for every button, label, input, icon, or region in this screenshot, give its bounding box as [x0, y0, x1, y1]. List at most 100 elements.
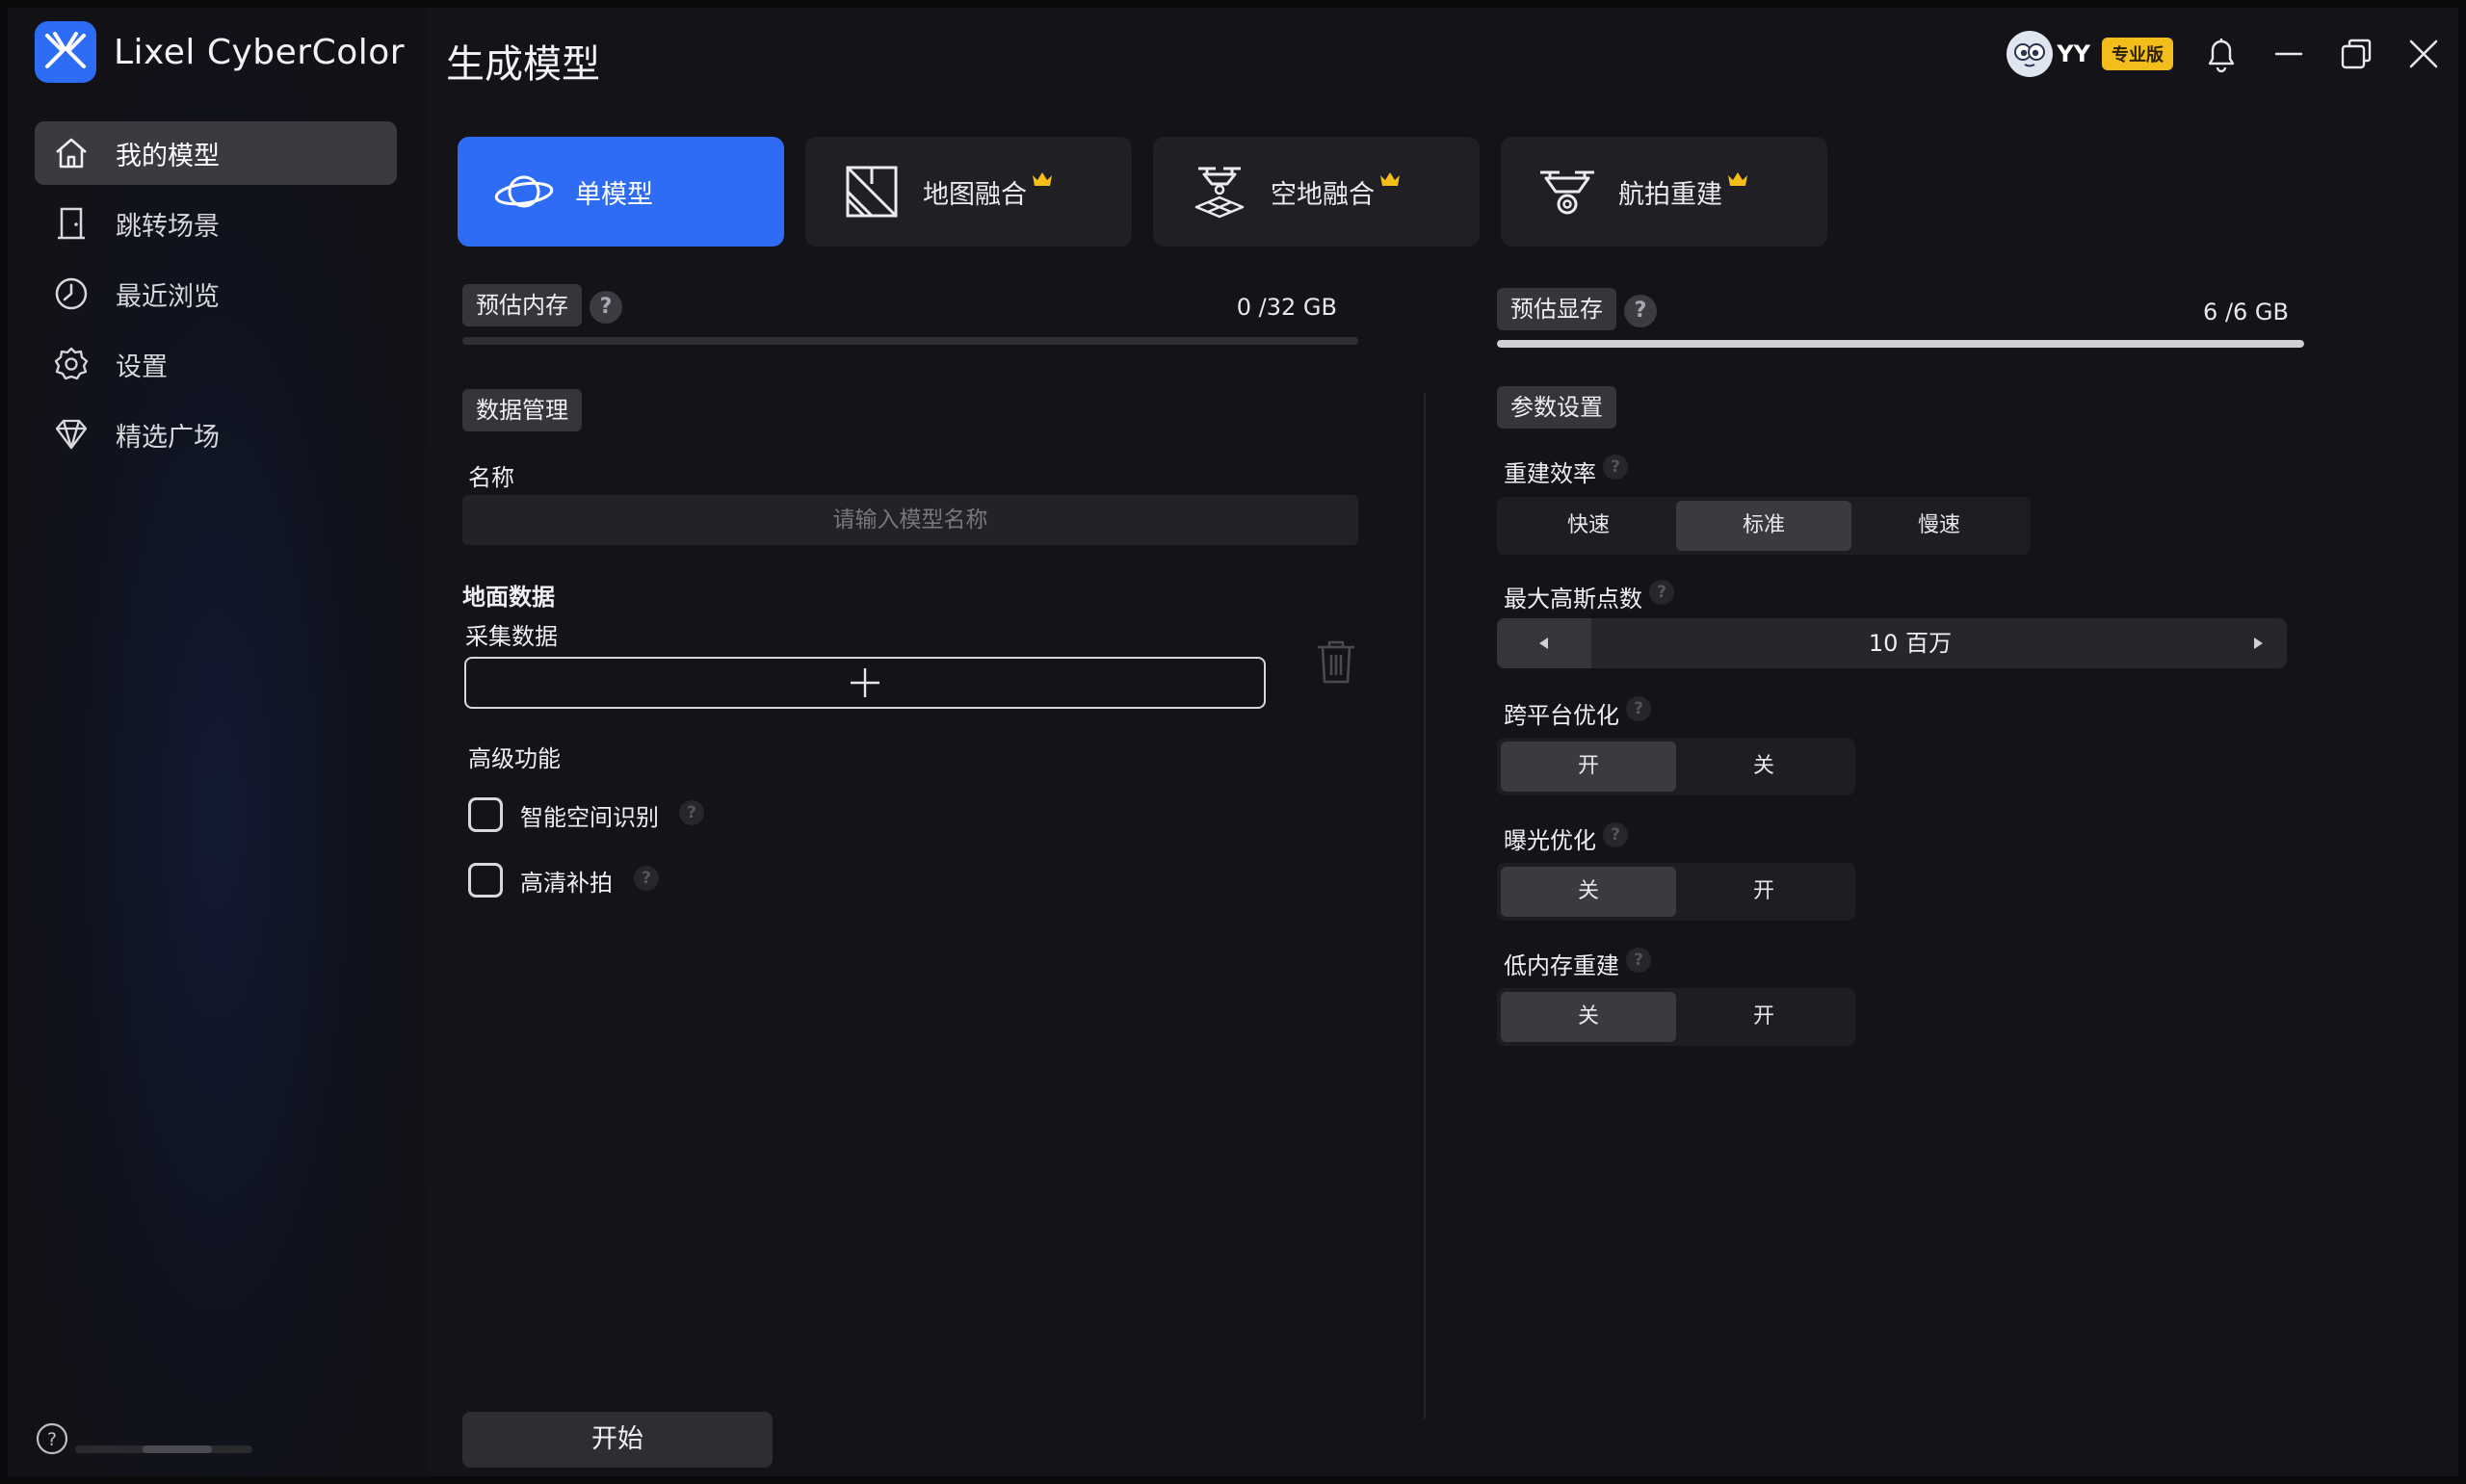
low-memory-segmented: 关 开 [1497, 988, 1855, 1046]
memory-help-icon[interactable]: ? [590, 291, 622, 324]
sidebar-item-label: 设置 [116, 351, 168, 382]
planet-icon [492, 160, 556, 223]
vram-value: 6 /6 GB [2203, 299, 2289, 325]
app-window: Lixel CyberColor 我的模型 跳转场景 最近浏览 设置 精选广场 … [0, 0, 2466, 1484]
clock-icon [50, 273, 92, 315]
triangle-right-icon [2254, 638, 2263, 649]
tab-single-model[interactable]: 单模型 [458, 137, 784, 247]
sidebar-scrollbar[interactable] [75, 1445, 252, 1453]
checkbox-box[interactable] [468, 863, 503, 898]
params-tag: 参数设置 [1497, 386, 1616, 429]
avatar[interactable] [2007, 31, 2054, 77]
start-button[interactable]: 开始 [462, 1412, 773, 1468]
restore-icon[interactable] [2337, 35, 2375, 73]
diamond-icon [50, 413, 92, 456]
tab-label: 地图融合 [923, 179, 1027, 210]
model-name-input[interactable] [462, 495, 1358, 545]
scrollbar-thumb[interactable] [143, 1445, 212, 1453]
vram-bar [1497, 340, 2304, 348]
collect-data-label: 采集数据 [465, 623, 558, 650]
drone-icon [1535, 160, 1599, 223]
decrement-button[interactable] [1497, 618, 1591, 668]
crown-icon [1378, 166, 1402, 195]
trash-icon[interactable] [1314, 638, 1360, 688]
username[interactable]: YY [2057, 40, 2090, 67]
map-icon [840, 160, 904, 223]
tab-air-ground-fusion[interactable]: 空地融合 [1153, 137, 1480, 247]
sidebar-item-label: 跳转场景 [116, 211, 220, 242]
close-icon[interactable] [2404, 35, 2443, 73]
sidebar-item-settings[interactable]: 设置 [35, 332, 397, 396]
efficiency-option-standard[interactable]: 标准 [1676, 501, 1851, 551]
exposure-help-icon[interactable]: ? [1603, 822, 1628, 847]
crown-icon [1726, 166, 1749, 195]
gear-icon [50, 343, 92, 385]
cross-platform-option-off[interactable]: 关 [1676, 742, 1851, 792]
cross-platform-label: 跨平台优化 [1504, 702, 1619, 729]
efficiency-option-fast[interactable]: 快速 [1501, 501, 1676, 551]
name-label: 名称 [468, 464, 514, 491]
memory-bar [462, 337, 1358, 345]
vram-tag: 预估显存 [1497, 288, 1616, 330]
efficiency-option-slow[interactable]: 慢速 [1851, 501, 2027, 551]
exposure-option-on[interactable]: 开 [1676, 867, 1851, 917]
hd-reshoot-help-icon[interactable]: ? [634, 866, 659, 891]
crown-icon [1031, 166, 1054, 195]
exposure-segmented: 关 开 [1497, 863, 1855, 921]
checkbox-label: 高清补拍 [520, 869, 613, 897]
exposure-label: 曝光优化 [1504, 827, 1596, 854]
triangle-left-icon [1539, 638, 1548, 649]
help-icon[interactable]: ? [35, 1421, 69, 1456]
sidebar-item-label: 最近浏览 [116, 281, 220, 312]
tab-label: 空地融合 [1271, 179, 1375, 210]
tab-aerial-reconstruction[interactable]: 航拍重建 [1501, 137, 1827, 247]
max-gauss-help-icon[interactable]: ? [1649, 580, 1674, 605]
door-icon [50, 202, 92, 245]
logo-icon [35, 21, 96, 83]
header-actions: YY 专业版 [2007, 27, 2443, 81]
sidebar-item-featured[interactable]: 精选广场 [35, 403, 397, 466]
tab-label: 单模型 [575, 179, 653, 210]
cross-platform-help-icon[interactable]: ? [1626, 696, 1651, 721]
efficiency-segmented: 快速 标准 慢速 [1497, 497, 2031, 555]
exposure-option-off[interactable]: 关 [1501, 867, 1676, 917]
smart-space-help-icon[interactable]: ? [679, 800, 704, 825]
sidebar-item-recent[interactable]: 最近浏览 [35, 262, 397, 325]
panel-divider [1424, 393, 1426, 1419]
low-memory-help-icon[interactable]: ? [1626, 948, 1651, 973]
cross-platform-option-on[interactable]: 开 [1501, 742, 1676, 792]
sidebar-nav: 我的模型 跳转场景 最近浏览 设置 精选广场 [35, 121, 397, 473]
increment-button[interactable] [2229, 618, 2287, 668]
tab-label: 航拍重建 [1618, 179, 1722, 210]
svg-text:?: ? [47, 1429, 57, 1450]
checkbox-smart-space[interactable]: 智能空间识别 [468, 797, 659, 832]
sidebar-item-label: 精选广场 [116, 422, 220, 453]
vram-help-icon[interactable]: ? [1624, 295, 1657, 327]
max-gauss-stepper: 10 百万 [1497, 618, 2287, 668]
drone-grid-icon [1188, 160, 1251, 223]
minimize-icon[interactable] [2269, 35, 2308, 73]
checkbox-label: 智能空间识别 [520, 803, 659, 831]
pro-badge: 专业版 [2102, 38, 2173, 70]
low-memory-option-off[interactable]: 关 [1501, 992, 1676, 1042]
max-gauss-label: 最大高斯点数 [1504, 586, 1642, 612]
low-memory-label: 低内存重建 [1504, 952, 1619, 979]
advanced-heading: 高级功能 [468, 745, 561, 772]
tab-map-fusion[interactable]: 地图融合 [805, 137, 1132, 247]
plus-icon [851, 668, 879, 697]
checkbox-hd-reshoot[interactable]: 高清补拍 [468, 863, 613, 898]
home-icon [50, 132, 92, 174]
memory-value: 0 /32 GB [1236, 294, 1337, 321]
max-gauss-value: 10 百万 [1868, 630, 1953, 657]
checkbox-box[interactable] [468, 797, 503, 832]
bell-icon[interactable] [2202, 35, 2241, 73]
data-management-tag: 数据管理 [462, 389, 582, 431]
sidebar-item-jump-scene[interactable]: 跳转场景 [35, 192, 397, 255]
sidebar: Lixel CyberColor 我的模型 跳转场景 最近浏览 设置 精选广场 … [8, 8, 427, 1476]
add-data-button[interactable] [464, 657, 1266, 709]
low-memory-option-on[interactable]: 开 [1676, 992, 1851, 1042]
cross-platform-segmented: 开 关 [1497, 738, 1855, 795]
sidebar-item-my-models[interactable]: 我的模型 [35, 121, 397, 185]
efficiency-help-icon[interactable]: ? [1603, 455, 1628, 480]
page-title: 生成模型 [446, 42, 600, 87]
